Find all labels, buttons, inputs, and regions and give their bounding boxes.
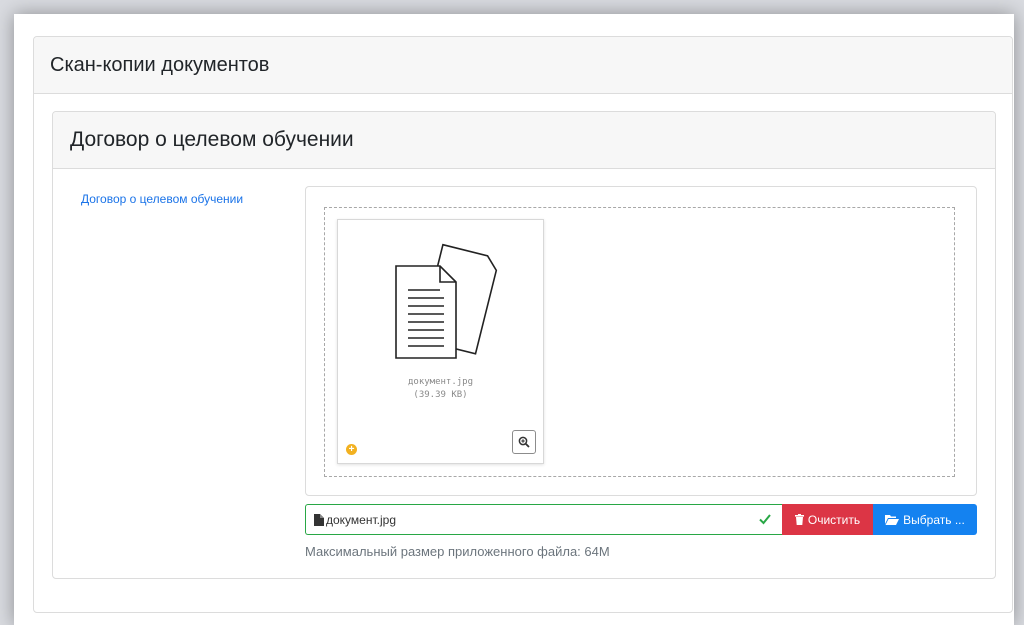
plus-circle-icon[interactable]: + bbox=[346, 444, 357, 455]
folder-open-icon bbox=[885, 514, 900, 525]
scans-card: Скан-копии документов Договор о целевом … bbox=[33, 36, 1013, 613]
clear-button[interactable]: Очистить bbox=[782, 504, 873, 535]
file-input-group: документ.jpg Очистить Выбрать ... bbox=[305, 504, 977, 535]
trash-icon bbox=[794, 514, 804, 525]
file-preview-area: документ.jpg (39.39 KB) + bbox=[305, 186, 977, 496]
choose-button[interactable]: Выбрать ... bbox=[873, 504, 977, 535]
zoom-button[interactable] bbox=[512, 430, 536, 454]
check-icon bbox=[758, 512, 772, 529]
file-icon bbox=[314, 513, 324, 526]
document-icon bbox=[395, 243, 498, 359]
choose-button-label: Выбрать ... bbox=[903, 512, 965, 527]
contract-field-label[interactable]: Договор о целевом обучении bbox=[81, 192, 243, 206]
file-name-field[interactable]: документ.jpg bbox=[305, 504, 782, 535]
thumbnail-file-name: документ.jpg bbox=[407, 377, 474, 387]
page: Скан-копии документов Договор о целевом … bbox=[14, 14, 1014, 625]
zoom-in-icon bbox=[518, 436, 530, 448]
file-name-value: документ.jpg bbox=[326, 512, 396, 527]
thumbnail-file-size: (39.39 KB) bbox=[413, 390, 468, 400]
clear-button-label: Очистить bbox=[807, 512, 861, 527]
file-drop-zone[interactable]: документ.jpg (39.39 KB) + bbox=[324, 207, 955, 477]
contract-card: Договор о целевом обучении Договор о цел… bbox=[52, 111, 996, 579]
file-thumbnail: документ.jpg (39.39 KB) + bbox=[337, 219, 544, 464]
scans-card-title: Скан-копии документов bbox=[34, 37, 1012, 94]
max-size-hint: Максимальный размер приложенного файла: … bbox=[305, 544, 610, 559]
contract-card-title: Договор о целевом обучении bbox=[53, 112, 995, 169]
